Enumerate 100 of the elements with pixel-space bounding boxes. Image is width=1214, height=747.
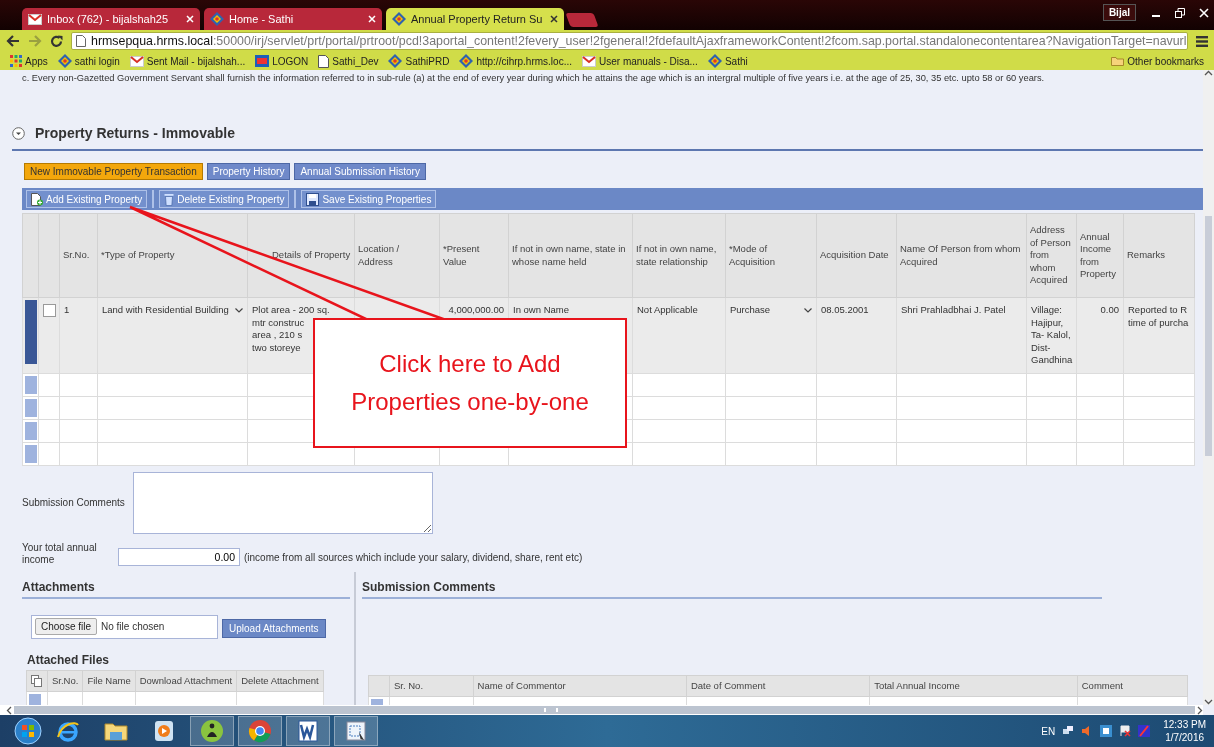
restore-icon[interactable] xyxy=(1175,7,1185,18)
bookmark-link[interactable]: Apps xyxy=(10,55,48,67)
scroll-right-icon[interactable] xyxy=(1197,705,1203,715)
column-header: Sr.No. xyxy=(47,670,83,692)
folder-icon[interactable] xyxy=(104,721,128,741)
table-cell: 1 xyxy=(59,297,98,373)
bookmark-link[interactable]: LOGON xyxy=(255,55,309,67)
clock-date[interactable]: 1/7/2016 xyxy=(1165,731,1205,744)
snipping-tool-icon[interactable] xyxy=(345,720,367,742)
diamond-logo-icon xyxy=(210,12,224,26)
horizontal-scrollbar[interactable] xyxy=(0,705,1203,715)
table-cell: Not Applicable xyxy=(632,297,726,373)
menu-icon[interactable] xyxy=(1196,35,1208,47)
apps-grid-icon xyxy=(10,55,22,67)
column-header: Remarks xyxy=(1123,213,1195,298)
diamond-logo-icon xyxy=(388,54,403,68)
chevron-down-icon xyxy=(235,307,243,313)
folder-icon xyxy=(1111,56,1125,66)
back-arrow-icon[interactable] xyxy=(6,35,20,47)
field-label: Your total annual income xyxy=(22,541,98,566)
column-header: File Name xyxy=(82,670,136,692)
column-header: Details of Property xyxy=(247,213,355,298)
chevron-down-icon xyxy=(804,307,812,313)
reload-icon[interactable] xyxy=(50,34,63,48)
bookmark-link[interactable]: SathiPRD xyxy=(388,54,450,68)
scroll-left-icon[interactable] xyxy=(6,705,12,715)
collapse-toggle-icon[interactable] xyxy=(12,126,25,140)
table-cell: 0.00 xyxy=(1076,297,1124,373)
column-header: Name Of Person from whom Acquired xyxy=(896,213,1027,298)
income-field[interactable]: 0.00 xyxy=(118,547,240,566)
file-field[interactable]: Choose file No file chosen xyxy=(31,614,218,639)
column-header: *Type of Property xyxy=(97,213,248,298)
browser-tab[interactable]: Home - Sathi xyxy=(204,8,382,30)
bookmark-link[interactable]: Sent Mail - bijalshah... xyxy=(129,55,246,67)
address-field[interactable]: hrmsepqua.hrms.local:50000/irj/servlet/prt/portal/prtroot/pcd!3aportal_content!2fevery_user!2fgeneral!2fdefaultAjaxframeworkContent!2fcom.sap.portal.standalonecontentarea?NavigationTarget=navurl xyxy=(71,32,1188,50)
vertical-scrollbar[interactable] xyxy=(1203,70,1214,705)
app-tile-icon[interactable] xyxy=(1100,725,1113,737)
column-header: Location / Address xyxy=(354,213,440,298)
row-checkbox[interactable] xyxy=(43,304,56,317)
field-label: Submission Comments xyxy=(22,497,125,508)
clock-time[interactable]: 12:33 PM xyxy=(1163,718,1206,731)
column-header: *Present Value xyxy=(439,213,509,298)
scroll-thumb[interactable] xyxy=(1205,216,1212,456)
browser-tab[interactable]: Inbox (762) - bijalshah25 xyxy=(22,8,200,30)
diamond-logo-icon xyxy=(459,54,474,68)
bookmark-link[interactable]: http://cihrp.hrms.loc... xyxy=(459,54,572,68)
mail-icon xyxy=(129,55,144,67)
column-header: *Mode of Acquisition xyxy=(725,213,817,298)
mail-icon xyxy=(582,55,596,67)
bookmark-link[interactable]: sathi login xyxy=(57,54,120,68)
table-cell: 08.05.2001 xyxy=(816,297,897,373)
bookmark-link[interactable]: User manuals - Disa... xyxy=(582,55,698,67)
column-header: Acquisition Date xyxy=(816,213,897,298)
document-w-icon[interactable] xyxy=(296,719,320,743)
hint-text: (income from all sources which include your salary, dividend, share, rent etc) xyxy=(244,551,583,565)
bookmark-link[interactable]: Sathi_Dev xyxy=(318,54,379,68)
column-header: Delete Attachment xyxy=(236,670,324,692)
browser-e-icon[interactable] xyxy=(56,719,80,743)
notice-text: c. Every non-Gazetted Government Servant shall furnish the information referred to in sub-rule (a) at the end of every year during which he attains the age which is an intergral multiple of five years i.e. at the age of 25, 30, 35 etc. upto 58 or 60 years. xyxy=(21,72,1046,85)
comments-field[interactable] xyxy=(132,471,433,534)
column-header: If not in own name, state in whose name held xyxy=(508,213,633,298)
bookmark-link[interactable]: Sathi xyxy=(707,54,748,68)
upload-button[interactable]: Upload Attachments xyxy=(222,619,326,638)
choose-file-button[interactable]: Choose file xyxy=(35,618,98,635)
meditation-figure-icon[interactable] xyxy=(200,719,224,743)
column-header: Annual Income from Property xyxy=(1076,213,1124,298)
column-header: Date of Comment xyxy=(686,675,870,697)
bookmark-folder[interactable]: Other bookmarks xyxy=(1111,55,1204,67)
media-player-icon[interactable] xyxy=(154,720,174,742)
new-tab-button[interactable] xyxy=(565,13,599,27)
network-icon[interactable] xyxy=(1062,725,1075,737)
column-header: Comment xyxy=(1077,675,1188,697)
scroll-down-icon[interactable] xyxy=(1204,699,1213,705)
dropdown-field[interactable]: Land with Residential Building xyxy=(102,304,243,317)
logo-square-icon xyxy=(255,55,270,67)
scroll-up-icon[interactable] xyxy=(1204,70,1213,76)
add-document-icon xyxy=(31,192,43,206)
chrome-ball-icon[interactable] xyxy=(248,719,272,743)
mail-icon xyxy=(28,13,42,25)
section-title: Property Returns - Immovable xyxy=(35,125,235,141)
section-heading: Submission Comments xyxy=(362,579,1102,599)
column-header: Address of Person from whom Acquired xyxy=(1026,213,1077,298)
section-heading: Attachments xyxy=(22,579,350,599)
start-button-icon[interactable] xyxy=(14,717,42,745)
table-cell: Shri Prahladbhai J. Patel xyxy=(896,297,1027,373)
trash-icon xyxy=(164,192,175,206)
user-name[interactable]: Bijal xyxy=(1102,4,1136,21)
browser-tab[interactable]: Annual Property Return Su xyxy=(386,8,564,30)
url-text: hrmsepqua.hrms.local:50000/irj/servlet/prt/portal/prtroot/pcd!3aportal_content!2fevery_user!2fgeneral!2fdefaultAjaxframeworkContent!2fcom.sap.portal.standalonecontentarea?NavigationTarget=navurl xyxy=(91,34,1187,48)
copy-icon[interactable] xyxy=(31,674,42,687)
column-header: Name of Commentor xyxy=(473,675,687,697)
diamond-logo-icon xyxy=(392,12,406,26)
dropdown-field[interactable]: Purchase xyxy=(730,304,812,317)
page-icon xyxy=(318,54,330,68)
new-transaction-button[interactable]: New Immovable Property Transaction xyxy=(24,163,203,180)
close-icon[interactable] xyxy=(550,15,558,23)
table-cell: Village: Hajipur, Ta- Kalol, Dist- Gandhina xyxy=(1026,297,1077,373)
language-indicator[interactable]: EN xyxy=(1041,725,1056,737)
section-heading: Attached Files xyxy=(27,652,110,667)
flag-icon[interactable] xyxy=(1119,725,1132,737)
